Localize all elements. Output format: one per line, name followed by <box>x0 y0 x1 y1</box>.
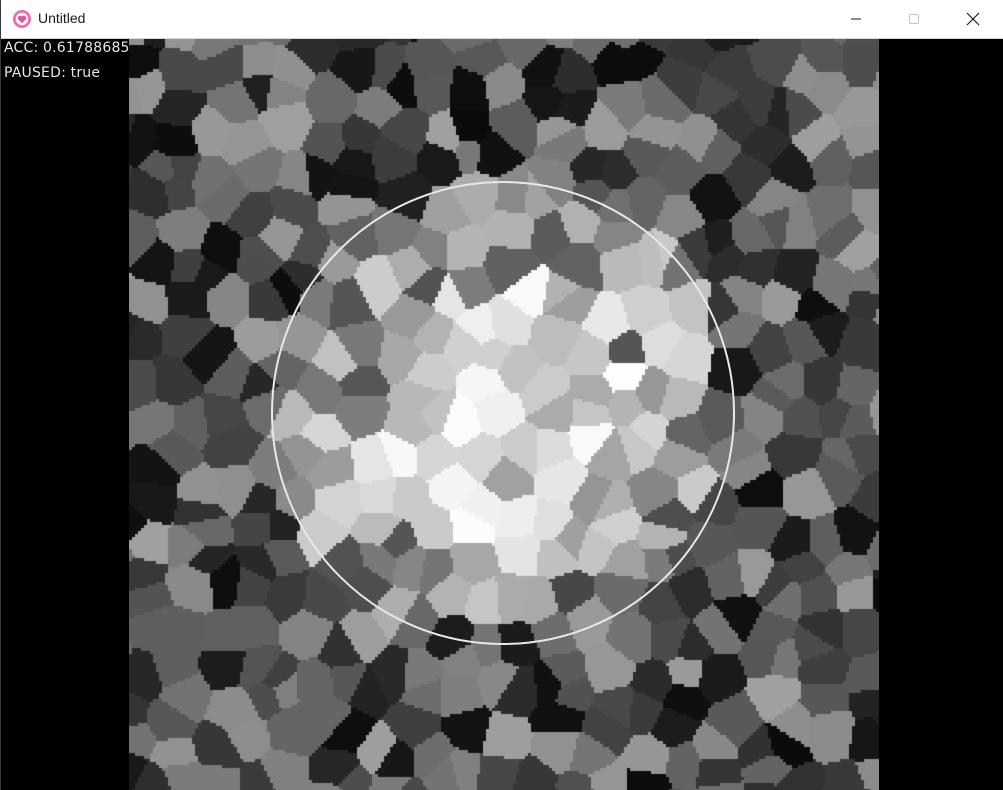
app-heart-icon <box>13 10 31 28</box>
maximize-button[interactable] <box>885 0 943 38</box>
close-button[interactable] <box>944 0 1002 38</box>
minimize-button[interactable] <box>827 0 885 38</box>
window-title: Untitled <box>38 10 86 26</box>
paused-status: PAUSED: true <box>4 65 101 81</box>
minimize-icon <box>851 18 861 20</box>
render-canvas[interactable]: ACC: 0.61788685 PAUSED: true <box>1 39 1003 790</box>
accuracy-readout: ACC: 0.61788685 <box>4 40 130 56</box>
voronoi-mosaic <box>129 39 879 790</box>
close-icon <box>966 12 980 26</box>
title-bar[interactable]: Untitled <box>1 0 1003 39</box>
app-window: Untitled ACC: 0.61788685 PAUSED: true <box>0 0 1003 790</box>
maximize-icon <box>909 14 919 24</box>
